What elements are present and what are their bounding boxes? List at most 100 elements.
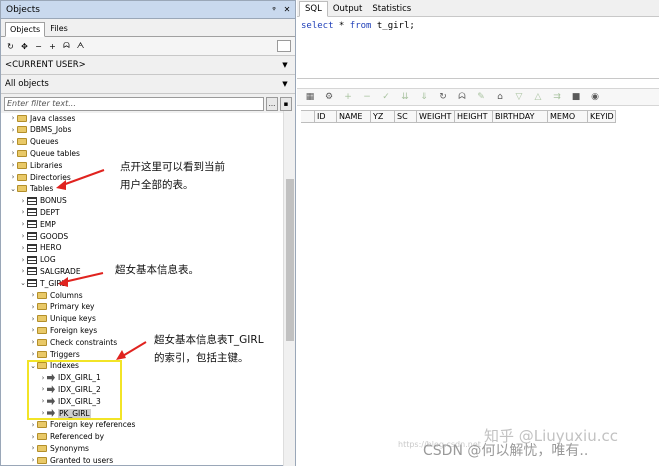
expand-icon[interactable]: › (9, 173, 17, 181)
sql-editor[interactable]: select * from t_girl; (297, 17, 659, 79)
sort-up-icon[interactable]: △ (533, 92, 543, 102)
toolbar-option-box[interactable] (277, 40, 291, 52)
delete-row-icon[interactable]: − (362, 92, 372, 102)
tree-node[interactable]: › Columns (29, 289, 83, 301)
collapse-icon[interactable]: ⌄ (19, 279, 27, 287)
binoculars-icon[interactable]: ᗣ (62, 41, 71, 51)
import-icon[interactable]: ⇉ (552, 92, 562, 102)
filter-icon[interactable]: ✥ (20, 42, 29, 51)
tree-node[interactable]: › Referenced by (29, 431, 105, 443)
tree-node[interactable]: › Primary key (29, 301, 95, 313)
expand-icon[interactable]: › (9, 161, 17, 169)
expand-icon[interactable]: › (19, 232, 27, 240)
expand-icon[interactable]: › (29, 291, 37, 299)
tab-objects[interactable]: Objects (5, 22, 46, 37)
tree-scrollbar[interactable] (283, 111, 295, 466)
tree-node[interactable]: › Foreign keys (29, 324, 98, 336)
next-page-icon[interactable]: ⇊ (400, 92, 410, 102)
close-icon[interactable]: ✕ (282, 5, 292, 14)
export-icon[interactable]: ⌂ (495, 92, 505, 102)
object-type-value: All objects (5, 79, 49, 89)
tab-sql[interactable]: SQL (299, 1, 328, 17)
expand-icon[interactable]: › (29, 315, 37, 323)
post-icon[interactable]: ✓ (381, 92, 391, 102)
expand-icon[interactable]: › (9, 126, 17, 134)
expand-icon[interactable]: › (29, 444, 37, 452)
expand-icon[interactable]: › (29, 456, 37, 464)
plus-icon[interactable]: + (48, 42, 57, 51)
column-header[interactable]: HEIGHT (455, 111, 493, 122)
tree-node[interactable]: › GOODS (19, 230, 69, 242)
expand-icon[interactable]: › (19, 267, 27, 275)
folder-icon (37, 350, 47, 358)
column-header[interactable]: ID (315, 111, 337, 122)
object-type-select[interactable]: All objects ▼ (1, 74, 295, 93)
binoculars-icon[interactable]: ᗣ (457, 92, 467, 102)
clear-icon[interactable]: ✎ (476, 92, 486, 102)
tree-node[interactable]: › SALGRADE (19, 265, 81, 277)
tree-node[interactable]: › Granted to users (29, 454, 114, 466)
tree-node-label: DEPT (40, 207, 60, 217)
filter-apply-button[interactable]: ▪ (280, 96, 292, 111)
tree-node[interactable]: › Directories (9, 171, 71, 183)
tab-output[interactable]: Output (328, 2, 368, 16)
tree-node[interactable]: › EMP (19, 218, 56, 230)
minus-icon[interactable]: − (34, 42, 43, 51)
tab-statistics[interactable]: Statistics (367, 2, 416, 16)
tree-node[interactable]: › Queues (9, 136, 59, 148)
tree-node[interactable]: ⌄ T_GIRL (19, 277, 66, 289)
scrollbar-thumb[interactable] (286, 179, 294, 341)
user-select[interactable]: <CURRENT USER> ▼ (1, 55, 295, 74)
expand-icon[interactable]: › (9, 149, 17, 157)
tree-node[interactable]: › DBMS_Jobs (9, 124, 72, 136)
last-page-icon[interactable]: ⇓ (419, 92, 429, 102)
refresh-icon[interactable]: ↻ (438, 92, 448, 102)
tree-node[interactable]: › HERO (19, 242, 62, 254)
tree-node[interactable]: › Java classes (9, 112, 76, 124)
pin-icon[interactable]: ᵠ (269, 5, 279, 14)
filter-browse-button[interactable]: ... (266, 96, 278, 111)
column-header[interactable]: YZ (371, 111, 395, 122)
filter-input[interactable]: Enter filter text... (4, 96, 264, 111)
column-header[interactable]: MEMO (548, 111, 588, 122)
tree-node[interactable]: › DEPT (19, 206, 60, 218)
column-header[interactable]: WEIGHT (417, 111, 455, 122)
find-icon[interactable]: ᗅ (76, 41, 85, 51)
lock-icon[interactable]: ⚙ (324, 92, 334, 102)
expand-icon[interactable]: › (9, 138, 17, 146)
tree-node[interactable]: › Libraries (9, 159, 63, 171)
grid-icon[interactable]: ▦ (305, 92, 315, 102)
expand-icon[interactable]: › (9, 114, 17, 122)
tree-node[interactable]: › Check constraints (29, 336, 118, 348)
expand-icon[interactable]: › (19, 197, 27, 205)
expand-icon[interactable]: › (19, 220, 27, 228)
column-header[interactable]: BIRTHDAY (493, 111, 548, 122)
expand-icon[interactable]: › (29, 326, 37, 334)
tree-node[interactable]: › Queue tables (9, 147, 80, 159)
add-row-icon[interactable]: + (343, 92, 353, 102)
tree-node[interactable]: › Synonyms (29, 442, 89, 454)
expand-icon[interactable]: › (29, 303, 37, 311)
column-header[interactable]: KEYID (588, 111, 616, 122)
tree-node[interactable]: › LOG (19, 254, 56, 266)
expand-icon[interactable]: › (19, 244, 27, 252)
column-header[interactable]: NAME (337, 111, 371, 122)
expand-icon[interactable]: › (19, 208, 27, 216)
tree-node[interactable]: › BONUS (19, 195, 67, 207)
expand-icon[interactable]: › (29, 338, 37, 346)
collapse-icon[interactable]: ⌄ (9, 185, 17, 193)
tree-node[interactable]: › Unique keys (29, 313, 96, 325)
expand-icon[interactable]: › (29, 421, 37, 429)
tree-node[interactable]: › Triggers (29, 348, 80, 360)
tab-files[interactable]: Files (45, 21, 73, 36)
expand-icon[interactable]: › (19, 256, 27, 264)
expand-icon[interactable]: › (29, 350, 37, 358)
tree-node[interactable]: ⌄ Tables (9, 183, 53, 195)
save-icon[interactable]: ■ (571, 92, 581, 102)
refresh-icon[interactable]: ↻ (6, 42, 15, 51)
tree-node[interactable]: › Foreign key references (29, 419, 136, 431)
column-header[interactable]: SC (395, 111, 417, 122)
expand-icon[interactable]: › (29, 433, 37, 441)
fetch-all-icon[interactable]: ◉ (590, 92, 600, 102)
sort-down-icon[interactable]: ▽ (514, 92, 524, 102)
